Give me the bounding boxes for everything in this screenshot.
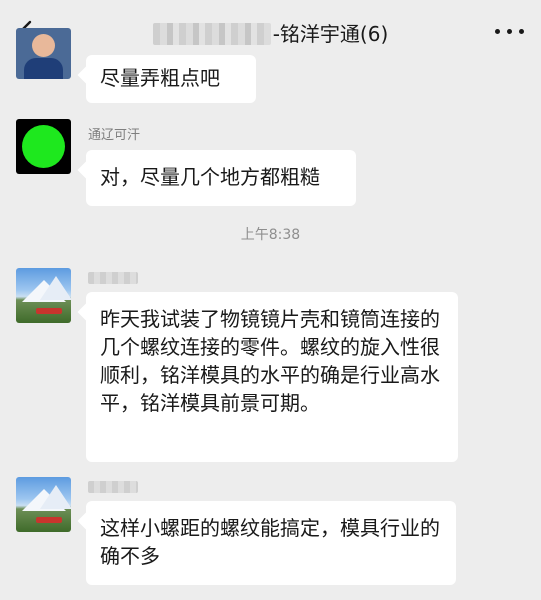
redacted-group-name [152, 23, 271, 45]
message-text: 这样小螺距的螺纹能搞定，模具行业的确不多 [100, 516, 440, 568]
avatar[interactable] [16, 268, 71, 323]
message-bubble[interactable]: 尽量弄粗点吧 [86, 55, 256, 103]
message-bubble[interactable]: 这样小螺距的螺纹能搞定，模具行业的确不多 [86, 501, 456, 585]
avatar[interactable] [16, 477, 71, 532]
message-bubble[interactable]: 对，尽量几个地方都粗糙 [86, 150, 356, 206]
redacted-sender-name [88, 272, 138, 284]
message-text: 昨天我试装了物镜镜片壳和镜筒连接的几个螺纹连接的零件。螺纹的旋入性很顺利，铭洋模… [100, 307, 440, 415]
message-bubble[interactable]: 昨天我试装了物镜镜片壳和镜筒连接的几个螺纹连接的零件。螺纹的旋入性很顺利，铭洋模… [86, 292, 458, 462]
chat-title-text: -铭洋宇通(6) [272, 22, 389, 46]
more-button[interactable] [493, 18, 527, 44]
avatar[interactable] [16, 119, 71, 174]
message-text: 对，尽量几个地方都粗糙 [100, 165, 320, 189]
avatar[interactable] [16, 28, 71, 79]
chat-title: -铭洋宇通(6) [0, 18, 541, 47]
sender-name: 通辽可汗 [88, 128, 141, 143]
chat-header: -铭洋宇通(6) [0, 0, 541, 64]
message-text: 尽量弄粗点吧 [100, 66, 220, 90]
redacted-sender-name [88, 481, 138, 493]
timestamp: 上午8:38 [240, 227, 301, 243]
